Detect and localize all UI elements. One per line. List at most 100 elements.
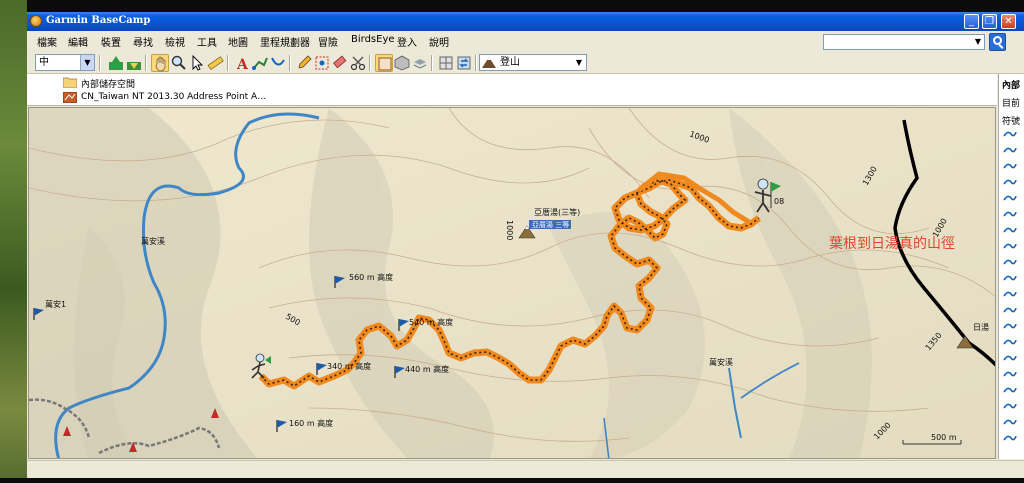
track-icon [1003,227,1017,233]
search-dropdown-icon[interactable]: ▼ [973,36,983,48]
activity-profile-value: 登山 [500,57,520,68]
letter-a-icon: A [236,57,249,73]
waypoint-label: 440 m 高度 [405,364,449,374]
panel-subheader: 目前 [1002,99,1021,109]
menu-trip-planner[interactable]: 里程規劃器 [260,34,310,49]
text-tool-button[interactable]: A [233,54,251,73]
map-annotation: 葉根到日湯真的山徑 [829,235,955,252]
sync-button[interactable] [455,54,473,72]
track-icon [1003,323,1017,329]
receive-from-device-button[interactable] [125,54,143,72]
track-icon [1003,243,1017,249]
search-input[interactable]: ▼ [823,34,985,50]
folder-icon [63,77,77,88]
scale-label: 500 m [931,433,957,442]
scissors-icon [350,56,366,71]
track-icon [1003,131,1017,137]
desktop-strip-top [0,0,1024,12]
map-product-icon [63,92,77,103]
track-icon [1003,163,1017,169]
map-detail-value: 中 [39,57,49,68]
track-icon [1003,355,1017,361]
cube-icon [394,55,410,71]
minimize-button[interactable]: _ [964,14,979,29]
menu-adventure[interactable]: 冒險 [318,34,338,49]
layers-icon [413,59,427,69]
search-button[interactable] [989,33,1006,51]
menu-map[interactable]: 地圖 [228,34,248,49]
close-button[interactable]: ✕ [1001,14,1016,29]
route-icon [252,57,268,70]
grid-view-button[interactable] [437,54,455,72]
activity-profile-select[interactable]: 登山 ▼ [479,54,587,71]
track-icon [1003,387,1017,393]
track-icon [1003,339,1017,345]
desktop-background [0,0,27,483]
map-square-icon [378,57,392,71]
map-2d-button[interactable] [375,54,393,72]
basecamp-window: Garmin BaseCamp _ ❐ ✕ 檔案 編輯 裝置 尋找 檢視 工具 … [27,12,1024,478]
menu-tools[interactable]: 工具 [197,34,217,49]
track-icon [1003,259,1017,265]
menu-find[interactable]: 尋找 [133,34,153,49]
end-peak-name: 日湯 [973,322,989,332]
column-header-symbol[interactable]: 符號 [1002,114,1020,127]
hand-icon [155,56,166,72]
menu-file[interactable]: 檔案 [37,34,57,49]
sync-icon [457,56,471,70]
window-title: Garmin BaseCamp [46,15,151,26]
track-icon [1003,195,1017,201]
mountain-icon [482,57,496,68]
title-bar[interactable]: Garmin BaseCamp _ ❐ ✕ [27,12,1024,31]
place-name: 萬安溪 [709,357,733,367]
toolbar: 中 ▼ A 登山 ▼ [27,52,1024,74]
peak-name: 亞厝湯(三等) [534,207,580,217]
menu-view[interactable]: 檢視 [165,34,185,49]
select-tool-button[interactable] [188,54,206,72]
track-icon [1003,419,1017,425]
track-icon [1003,371,1017,377]
menu-help[interactable]: 說明 [429,34,449,49]
menu-birdseye[interactable]: BirdsEye [351,34,395,45]
ruler-icon [207,56,224,71]
layers-button[interactable] [411,54,429,72]
split-track-button[interactable] [349,54,367,72]
eraser-icon [333,55,347,69]
pan-tool-button[interactable] [151,54,169,72]
map-view[interactable]: 1000 1300 1000 500 1350 1000 1000 08 亞厝湯… [28,107,996,459]
new-track-button[interactable] [269,54,287,72]
chevron-down-icon[interactable]: ▼ [80,55,94,70]
track-icon [1003,307,1017,313]
waypoint-label: 560 m 高度 [349,272,393,282]
list-item-label: 內部儲存空間 [81,80,136,90]
send-to-device-button[interactable] [107,54,125,72]
menu-edit[interactable]: 編輯 [68,34,88,49]
track-icon [1003,179,1017,185]
new-route-button[interactable] [251,54,269,72]
region-select-icon [315,56,329,70]
menu-device[interactable]: 裝置 [101,34,121,49]
zoom-tool-button[interactable] [170,54,188,72]
track-icon [1003,211,1017,217]
search-icon [993,36,1002,45]
place-name: 萬安1 [45,299,66,309]
edit-pencil-button[interactable] [295,54,313,72]
chevron-down-icon[interactable]: ▼ [572,55,586,70]
panel-header: 內部 [1002,81,1021,91]
restore-button[interactable]: ❐ [982,14,997,29]
map-canvas[interactable]: 1000 1300 1000 500 1350 1000 1000 08 亞厝湯… [29,108,996,459]
map-detail-select[interactable]: 中 ▼ [35,54,95,71]
app-icon[interactable] [30,15,42,27]
menu-sign-in[interactable]: 登入 [397,34,417,49]
desktop-strip-bottom [0,478,1024,483]
pencil-icon [298,55,312,69]
select-region-button[interactable] [313,54,331,72]
contour-label: 1000 [505,220,514,240]
eraser-button[interactable] [331,54,349,72]
cursor-icon [192,54,204,71]
library-list: 內部儲存空間 CN_Taiwan NT 2013.30 Address Poin… [27,74,997,106]
waypoint-number: 08 [774,197,784,206]
map-3d-button[interactable] [393,54,411,72]
waypoint-label: 160 m 高度 [289,418,333,428]
measure-tool-button[interactable] [206,54,224,72]
